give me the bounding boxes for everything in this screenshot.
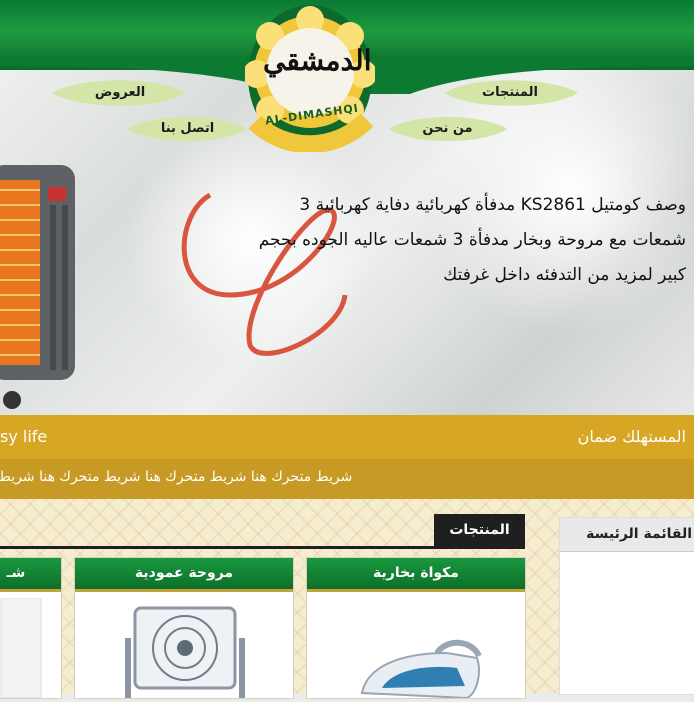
nav-contact[interactable]: اتصل بنا	[125, 115, 250, 143]
slogan-right: المستهلك ضمان	[577, 427, 686, 446]
hero-description-line: وصف كومتيل KS2861 مدفأة كهربائية دفاية ك…	[299, 195, 686, 215]
heater-image	[0, 165, 85, 410]
nav-products[interactable]: المنتجات	[440, 78, 580, 108]
nav-about-label: من نحن	[422, 121, 473, 136]
box-fan-icon	[75, 598, 293, 698]
logo-arabic-text: الدمشقي	[263, 44, 372, 77]
slogan-bar: المستهلك ضمان sy life	[0, 415, 694, 459]
nav-offers[interactable]: العروض	[50, 78, 190, 108]
nav-contact-label: اتصل بنا	[160, 121, 215, 136]
logo-emblem	[243, 5, 377, 154]
steam-iron-icon	[307, 598, 525, 700]
nav-products-label: المنتجات	[482, 85, 538, 100]
sidebar-menu: القائمة الرئيسة	[559, 517, 694, 695]
hero-description-line: كبير لمزيد من التدفئه داخل غرفتك	[443, 265, 686, 285]
product-icon	[0, 597, 61, 699]
product-card[interactable]: شـ	[0, 557, 62, 699]
products-section-title: المنتجات	[434, 514, 525, 546]
product-card[interactable]: مكواة بخارية	[306, 557, 526, 700]
site-logo[interactable]: الدمشقي AL-DIMASHQI	[243, 2, 377, 154]
slogan-left: sy life	[0, 427, 48, 446]
product-card-title: مكواة بخارية	[307, 558, 525, 592]
products-section-divider	[0, 546, 525, 549]
product-card[interactable]: مروحة عمودية	[74, 557, 294, 699]
sidebar-title: القائمة الرئيسة	[560, 518, 694, 552]
nav-offers-label: العروض	[94, 85, 146, 100]
news-ticker: شريط متحرك هنا شريط متحرك هنا شريط متحرك…	[0, 459, 694, 499]
product-card-title: مروحة عمودية	[75, 558, 293, 592]
nav-about[interactable]: من نحن	[385, 115, 510, 143]
hero-description: وصف كومتيل KS2861 مدفأة كهربائية دفاية ك…	[230, 188, 686, 293]
hero-description-line: شمعات مع مروحة وبخار مدفأة 3 شمعات عاليه…	[258, 230, 686, 250]
ticker-text: شريط متحرك هنا شريط متحرك هنا شريط متحرك…	[0, 469, 353, 485]
product-card-title: شـ	[0, 558, 61, 592]
